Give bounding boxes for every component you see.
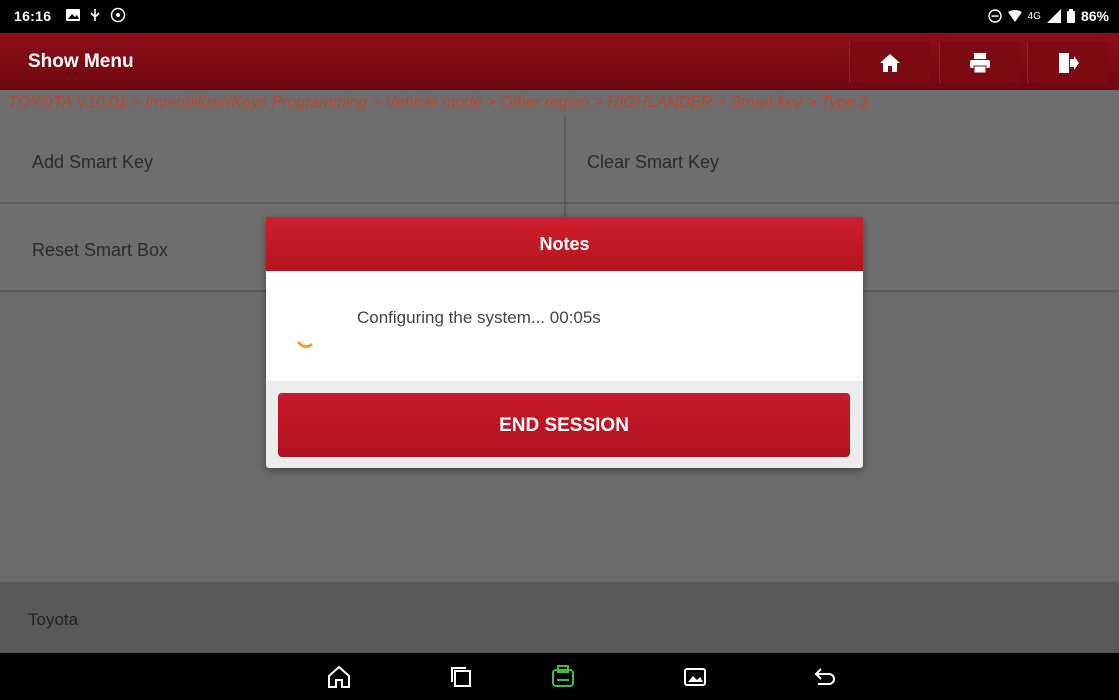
signal-icon: [1046, 9, 1061, 23]
menu-item-label: Clear Smart Key: [587, 152, 720, 172]
home-icon: [880, 53, 900, 72]
screenshot-icon[interactable]: [682, 664, 708, 690]
home-button[interactable]: [849, 42, 930, 83]
loading-spinner-icon: [297, 341, 313, 349]
gallery-notification-icon: [66, 9, 80, 21]
vehicle-brand-label: Toyota: [28, 610, 79, 629]
menu-item-add-smart-key[interactable]: Add Smart Key: [0, 116, 566, 204]
do-not-disturb-icon: [987, 9, 1002, 23]
wifi-icon: [1007, 10, 1022, 22]
recent-apps-icon[interactable]: [448, 664, 474, 690]
settings-notification-icon: [110, 7, 126, 23]
status-bar: 16:16 4G 86%: [0, 0, 1119, 33]
page-title: Show Menu: [28, 51, 134, 72]
status-notification-icons: [66, 7, 126, 23]
exit-button[interactable]: [1027, 42, 1108, 83]
battery-level: 86%: [1080, 8, 1109, 24]
notes-dialog: Notes Configuring the system... 00:05s E…: [266, 217, 863, 468]
dialog-title: Notes: [266, 217, 863, 271]
print-button[interactable]: [939, 42, 1020, 83]
status-time: 16:16: [14, 8, 52, 24]
usb-debug-icon: [90, 9, 100, 21]
app-header: Show Menu: [0, 33, 1119, 90]
menu-item-label: Add Smart Key: [32, 152, 154, 172]
print-icon: [970, 52, 990, 73]
vehicle-brand-bar: Toyota: [0, 582, 1119, 653]
vci-icon[interactable]: [550, 664, 576, 690]
breadcrumb-path: TOYOTA V10.01 > Immobilizer/Keys Program…: [8, 94, 869, 111]
exit-icon: [1059, 52, 1079, 73]
dialog-message: Configuring the system... 00:05s: [357, 308, 601, 327]
system-navigation-bar: [0, 653, 1119, 700]
dialog-body: Configuring the system... 00:05s: [266, 271, 863, 381]
network-type: 4G: [1027, 10, 1041, 22]
menu-item-label: Reset Smart Box: [32, 240, 169, 260]
home-icon[interactable]: [326, 664, 352, 690]
menu-item-clear-smart-key[interactable]: Clear Smart Key: [566, 116, 1119, 204]
back-icon[interactable]: [812, 664, 838, 690]
breadcrumb: TOYOTA V10.01 > Immobilizer/Keys Program…: [0, 90, 1119, 116]
end-session-button[interactable]: END SESSION: [278, 393, 850, 457]
battery-icon: [1066, 9, 1075, 23]
